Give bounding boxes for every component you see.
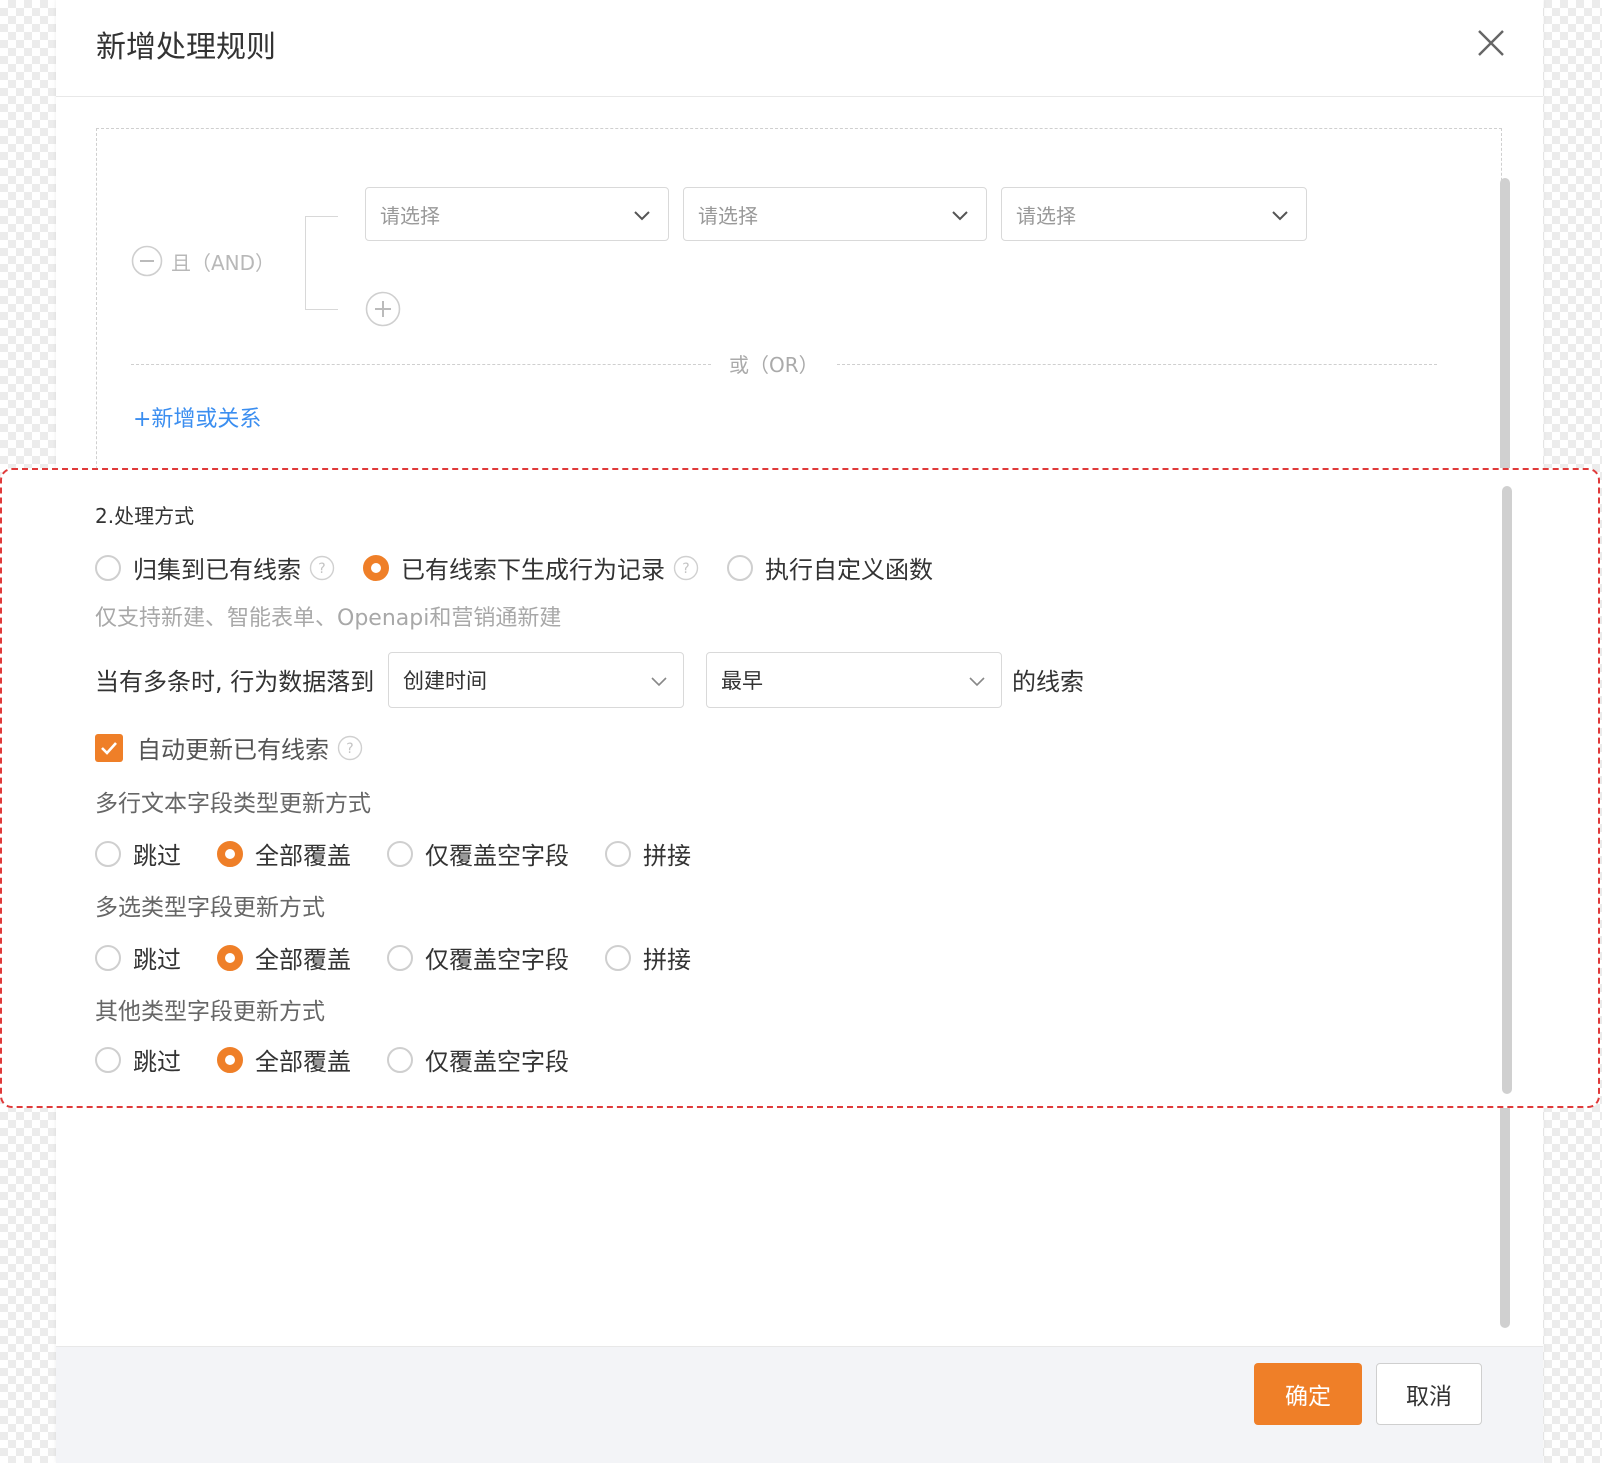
radio-unchecked[interactable] — [387, 1046, 413, 1073]
group-title: 多行文本字段类型更新方式 — [95, 791, 371, 817]
group-radio-multiline: 跳过 全部覆盖 仅覆盖空字段 拼接 — [95, 836, 691, 871]
mode-option-function[interactable]: 执行自定义函数 — [727, 550, 933, 585]
chevron-down-icon — [1272, 211, 1288, 221]
help-icon[interactable]: ? — [309, 555, 335, 581]
chevron-down-icon — [634, 211, 650, 221]
mode-radio-group: 归集到已有线索 ? 已有线索下生成行为记录 ? 执行自定义函数 — [95, 550, 933, 585]
value-select-placeholder: 请选择 — [1016, 203, 1076, 228]
group-bracket — [305, 216, 338, 310]
option-overwrite-all[interactable]: 全部覆盖 — [217, 836, 351, 871]
sort-order-select[interactable]: 最早 — [706, 652, 1002, 708]
radio-unchecked[interactable] — [727, 554, 753, 581]
option-skip[interactable]: 跳过 — [95, 1042, 181, 1077]
check-icon — [101, 741, 117, 755]
mode-option-label: 归集到已有线索 — [133, 556, 301, 584]
option-overwrite-empty[interactable]: 仅覆盖空字段 — [387, 940, 569, 975]
radio-unchecked[interactable] — [95, 944, 121, 971]
option-overwrite-empty[interactable]: 仅覆盖空字段 — [387, 836, 569, 871]
help-icon[interactable]: ? — [673, 555, 699, 581]
mode-option-merge[interactable]: 归集到已有线索 ? — [95, 550, 335, 585]
group-radio-other: 跳过 全部覆盖 仅覆盖空字段 — [95, 1042, 569, 1077]
or-divider-right — [837, 364, 1437, 365]
radio-unchecked[interactable] — [387, 840, 413, 867]
field-select[interactable]: 请选择 — [365, 187, 669, 241]
help-icon[interactable]: ? — [337, 735, 363, 761]
value-select[interactable]: 请选择 — [1001, 187, 1307, 241]
remove-circle-icon[interactable] — [131, 245, 163, 277]
group-radio-multiselect: 跳过 全部覆盖 仅覆盖空字段 拼接 — [95, 940, 691, 975]
chevron-down-icon — [952, 211, 968, 221]
or-label: 或（OR） — [729, 353, 819, 377]
svg-text:?: ? — [682, 561, 689, 577]
field-select-placeholder: 请选择 — [380, 203, 440, 228]
dialog-title: 新增处理规则 — [96, 30, 276, 65]
radio-unchecked[interactable] — [95, 1046, 121, 1073]
radio-unchecked[interactable] — [387, 944, 413, 971]
suffix-label: 的线索 — [1012, 668, 1084, 696]
option-label: 跳过 — [133, 1048, 181, 1076]
add-or-link[interactable]: +新增或关系 — [133, 401, 261, 433]
radio-checked[interactable] — [217, 1046, 243, 1073]
option-skip[interactable]: 跳过 — [95, 836, 181, 871]
option-label: 仅覆盖空字段 — [425, 842, 569, 870]
fall-label: 当有多条时, 行为数据落到 — [95, 668, 375, 696]
svg-text:?: ? — [318, 561, 325, 577]
radio-unchecked[interactable] — [605, 840, 631, 867]
radio-checked[interactable] — [217, 840, 243, 867]
option-label: 全部覆盖 — [255, 946, 351, 974]
operator-select[interactable]: 请选择 — [683, 187, 987, 241]
radio-checked[interactable] — [363, 554, 389, 581]
and-group-toggle[interactable]: 且（AND） — [131, 245, 275, 277]
auto-update-checkbox[interactable] — [95, 733, 123, 762]
and-label: 且（AND） — [171, 250, 276, 275]
chevron-down-icon — [651, 677, 667, 687]
option-label: 仅覆盖空字段 — [425, 946, 569, 974]
auto-update-row: 自动更新已有线索 ? — [95, 730, 363, 765]
hint-text: 仅支持新建、智能表单、Openapi和营销通新建 — [95, 606, 562, 631]
radio-unchecked[interactable] — [95, 840, 121, 867]
option-label: 仅覆盖空字段 — [425, 1048, 569, 1076]
dialog-header: 新增处理规则 — [56, 0, 1543, 97]
option-label: 跳过 — [133, 842, 181, 870]
add-condition-icon[interactable] — [365, 291, 401, 327]
radio-unchecked[interactable] — [95, 554, 121, 581]
radio-unchecked[interactable] — [605, 944, 631, 971]
option-label: 拼接 — [643, 842, 691, 870]
option-label: 跳过 — [133, 946, 181, 974]
sort-order-value: 最早 — [721, 669, 763, 693]
sort-field-value: 创建时间 — [403, 669, 487, 693]
radio-checked[interactable] — [217, 944, 243, 971]
option-overwrite-empty[interactable]: 仅覆盖空字段 — [387, 1042, 569, 1077]
group-title: 其他类型字段更新方式 — [95, 999, 325, 1025]
mode-option-behavior[interactable]: 已有线索下生成行为记录 ? — [363, 550, 699, 585]
svg-text:?: ? — [346, 741, 353, 757]
cancel-button[interactable]: 取消 — [1376, 1363, 1482, 1425]
chevron-down-icon — [969, 677, 985, 687]
section-title: 2.处理方式 — [95, 504, 195, 528]
option-concat[interactable]: 拼接 — [605, 836, 691, 871]
option-overwrite-all[interactable]: 全部覆盖 — [217, 940, 351, 975]
mode-option-label: 已有线索下生成行为记录 — [401, 556, 665, 584]
scrollbar[interactable] — [1502, 486, 1512, 1094]
confirm-button[interactable]: 确定 — [1254, 1363, 1362, 1425]
or-divider-left — [131, 364, 711, 365]
option-label: 拼接 — [643, 946, 691, 974]
mode-option-label: 执行自定义函数 — [765, 556, 933, 584]
dialog-footer: 确定 取消 — [56, 1346, 1543, 1463]
option-label: 全部覆盖 — [255, 842, 351, 870]
option-label: 全部覆盖 — [255, 1048, 351, 1076]
auto-update-label: 自动更新已有线索 — [137, 736, 329, 764]
sort-field-select[interactable]: 创建时间 — [388, 652, 684, 708]
group-title: 多选类型字段更新方式 — [95, 895, 325, 921]
processing-section: 2.处理方式 归集到已有线索 ? 已有线索下生成行为记录 ? 执行自定义函数 仅… — [0, 468, 1600, 1108]
option-skip[interactable]: 跳过 — [95, 940, 181, 975]
option-concat[interactable]: 拼接 — [605, 940, 691, 975]
close-icon[interactable] — [1476, 28, 1506, 58]
condition-builder: 且（AND） 请选择 请选择 请选择 或（OR） +新增或关系 — [96, 128, 1502, 489]
operator-select-placeholder: 请选择 — [698, 203, 758, 228]
option-overwrite-all[interactable]: 全部覆盖 — [217, 1042, 351, 1077]
